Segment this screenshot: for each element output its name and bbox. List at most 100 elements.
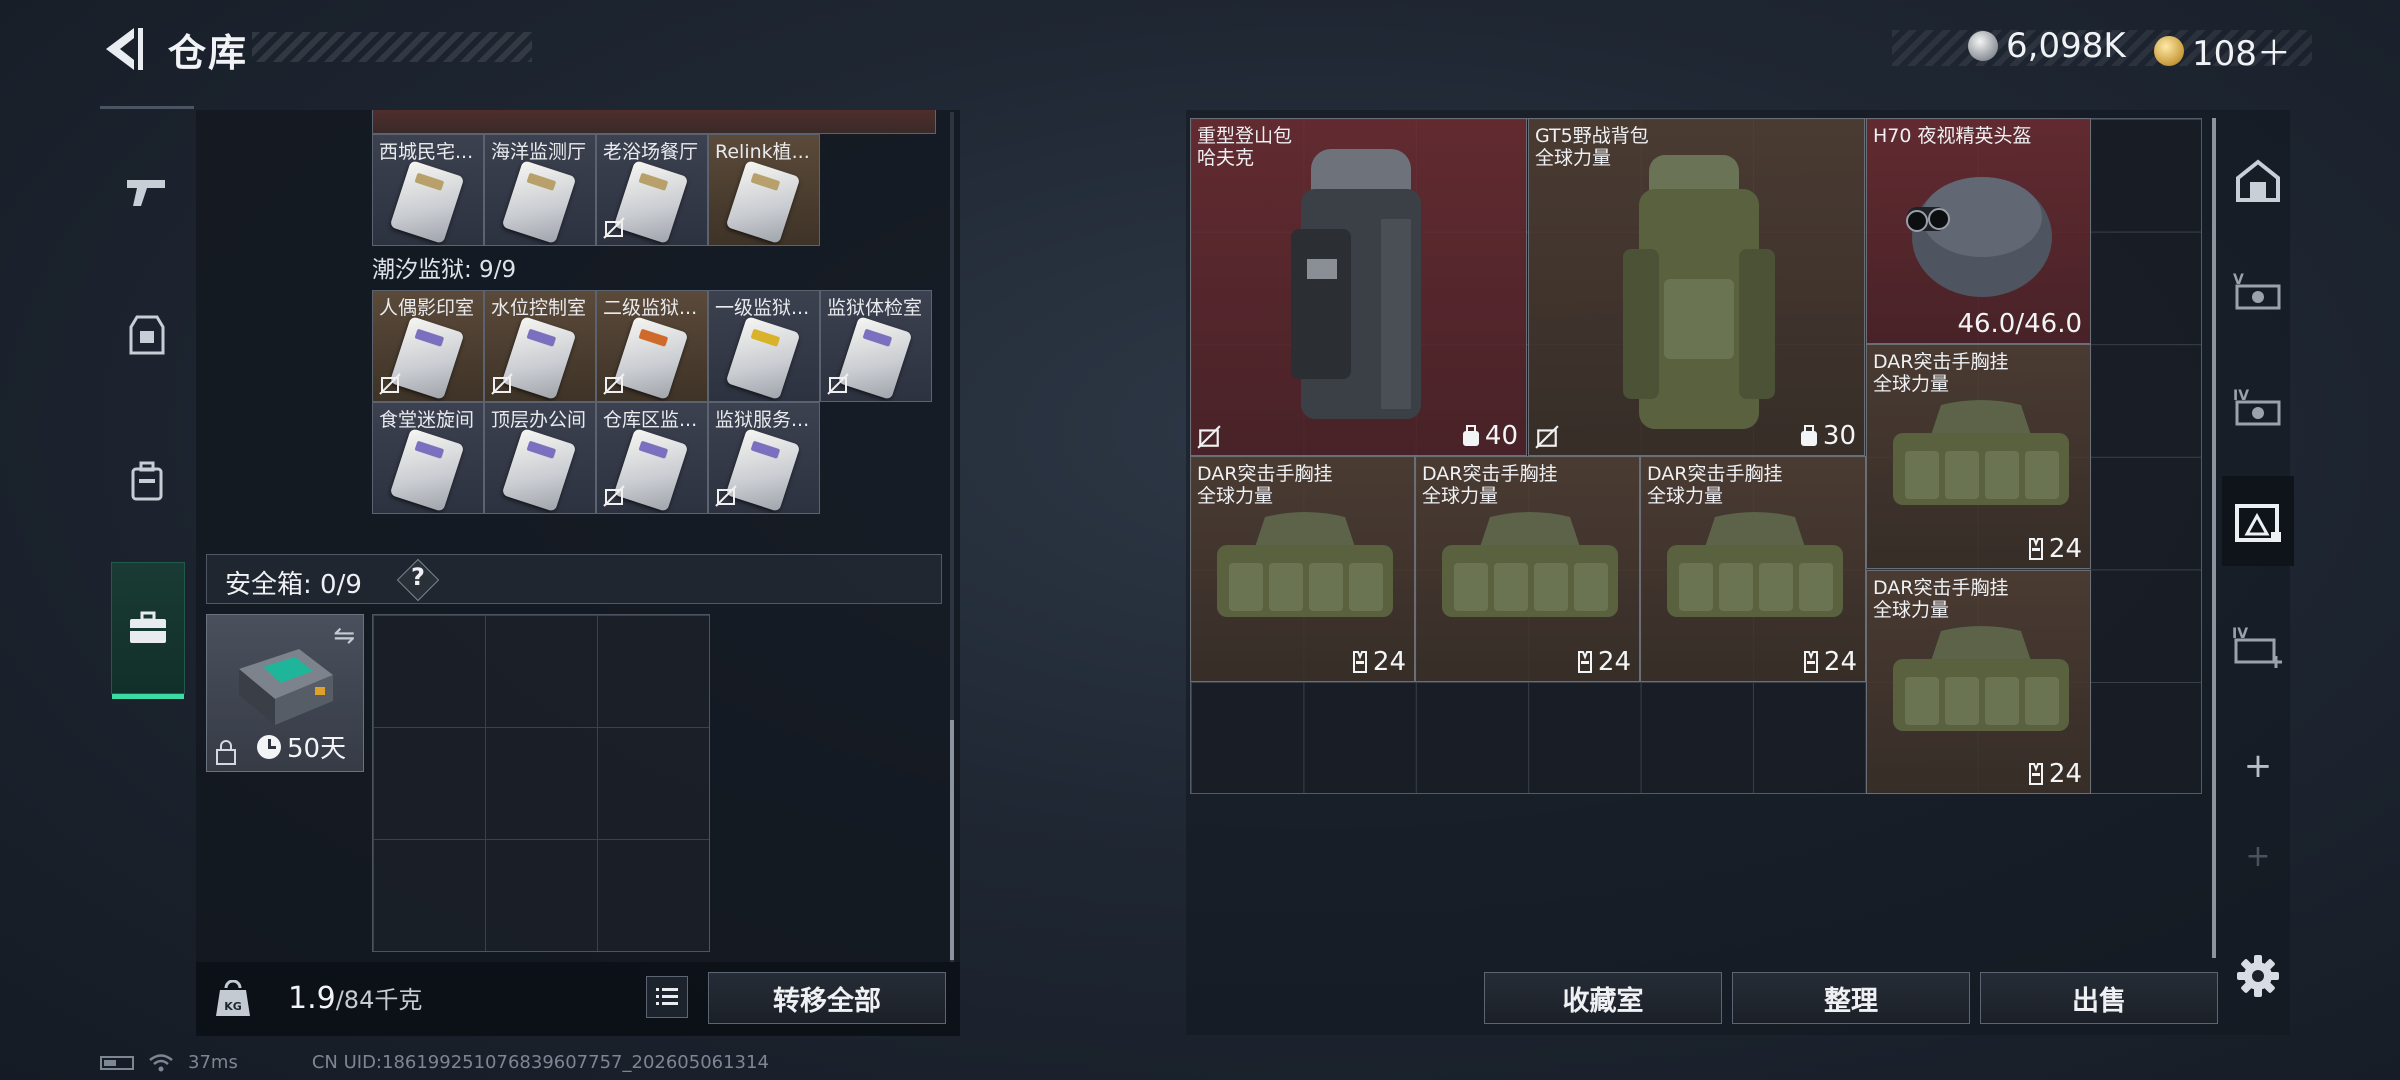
sell-button[interactable]: 出售 [1980,972,2218,1024]
backpack-image [1291,149,1421,419]
stash-iv-add-tab[interactable]: IV [2222,606,2294,686]
stash-scrollbar[interactable] [2212,118,2216,958]
backpack-tab[interactable] [100,436,194,526]
home-icon [2236,159,2280,202]
keycard-item[interactable]: 监狱体检室 [820,290,932,402]
weapon-tab[interactable] [100,146,194,236]
safe-case-tab[interactable] [111,562,185,699]
keycard-item[interactable]: 监狱服务... [708,402,820,514]
vest-icon [1577,651,1592,673]
stash-iv-add-icon: IV [2232,626,2282,668]
keycard-label: 西城民宅... [379,141,474,163]
stash-item[interactable]: DAR突击手胸挂 全球力量 24 [1640,456,1866,682]
item-brand: 全球力量 [1535,147,1612,169]
help-icon[interactable]: ? [411,563,425,591]
stash-item[interactable]: 重型登山包 哈夫克 40 [1190,118,1527,456]
item-brand: 全球力量 [1197,485,1274,507]
stash-item[interactable]: GT5野战背包 全球力量 30 [1528,118,1865,456]
safe-case-days: 50天 [287,734,347,764]
add-stash-tab-button[interactable]: + [2222,726,2294,806]
stash-active-tab[interactable] [2222,476,2294,566]
plus-icon: + [2245,838,2271,874]
keycard-item[interactable]: 水位控制室 [484,290,596,402]
item-brand: 哈夫克 [1197,147,1255,169]
vest-icon [1803,651,1818,673]
wifi-icon [149,1053,173,1071]
keycard-row-clipped [372,110,936,134]
no-bag-icon [827,373,849,395]
helmet-image [1906,177,2052,297]
armor-icon [129,315,165,355]
stash-v-tab[interactable]: V [2222,250,2294,330]
no-bag-icon [603,485,625,507]
keycard-image [389,160,465,244]
transfer-all-button[interactable]: 转移全部 [708,972,946,1024]
vest-image [1893,626,2069,731]
keycard-label: 海洋监测厅 [491,141,587,163]
item-capacity: 24 [1576,647,1631,677]
keycard-item[interactable]: 海洋监测厅 [484,134,596,246]
list-view-button[interactable] [646,976,688,1018]
back-arrow-icon[interactable] [98,24,146,74]
keycard-item[interactable]: 老浴场餐厅 [596,134,708,246]
vest-icon [1352,651,1367,673]
swap-icon[interactable]: ⇋ [333,621,355,651]
keycard-label: 食堂迷旋间 [379,409,475,431]
stash-item[interactable]: H70 夜视精英头盔 46.0/46.0 [1866,118,2091,344]
item-capacity-value: 30 [1822,421,1856,451]
gold-currency[interactable]: 108＋ [2154,26,2291,75]
keycard-image [389,428,465,512]
briefcase-icon [130,611,166,643]
keycard-label: 仓库区监... [603,409,698,431]
item-brand: 全球力量 [1422,485,1499,507]
item-capacity-value: 40 [1484,421,1518,451]
stash-item[interactable]: DAR突击手胸挂 全球力量 24 [1866,344,2091,569]
stash-item[interactable]: DAR突击手胸挂 全球力量 24 [1415,456,1640,682]
safe-case-grid[interactable] [372,614,710,952]
item-name: H70 夜视精英头盔 [1873,125,2032,147]
stash-iv-icon: IV [2233,388,2281,426]
keycard-item[interactable]: 顶层办公间 [484,402,596,514]
battery-icon [100,1055,134,1070]
inventory-scroll-thumb[interactable] [950,720,954,960]
uid-readout: CN UID:18619925107683960775​7_2026050613… [311,1052,769,1073]
no-bag-icon [603,373,625,395]
lock-icon [216,740,236,765]
keycard-item[interactable]: 仓库区监... [596,402,708,514]
item-capacity: 24 [2027,759,2082,789]
keycard-item[interactable]: 西城民宅... [372,134,484,246]
stash-iv-tab[interactable]: IV [2222,366,2294,446]
add-stash-tab-disabled: + [2222,816,2294,896]
keycard-label: 人偶影印室 [379,297,475,319]
keycard-item[interactable]: 二级监狱... [596,290,708,402]
safe-case-item[interactable]: ⇋ 50天 [206,614,364,772]
backpack-icon [1462,425,1479,446]
keycard-item[interactable]: Relink植... [708,134,820,246]
stash-item[interactable]: DAR突击手胸挂 全球力量 24 [1866,570,2091,794]
keycard-item[interactable]: 食堂迷旋间 [372,402,484,514]
page-title: 仓库 [168,31,249,75]
item-brand: 全球力量 [1873,599,1950,621]
item-capacity-value: 24 [1597,647,1631,677]
item-capacity-value: 24 [2048,759,2082,789]
settings-button[interactable] [2222,936,2294,1016]
silver-currency[interactable]: 6,098K [1968,26,2126,66]
ping-readout: 37ms [188,1052,238,1073]
silver-coin-icon [1968,31,1998,61]
item-capacity: 24 [1802,647,1857,677]
item-durability: 46.0/46.0 [1957,309,2082,339]
keycard-grid-top: 西城民宅... 海洋监测厅 老浴场餐厅 Relink植... [372,134,820,246]
gear-tab[interactable] [100,290,194,380]
no-bag-icon [1197,425,1221,449]
organize-button[interactable]: 整理 [1732,972,1970,1024]
no-bag-icon [379,373,401,395]
stash-main-tab[interactable] [2222,140,2294,220]
keycard-item[interactable]: 一级监狱... [708,290,820,402]
item-capacity: 30 [1799,421,1856,451]
list-icon [656,988,678,1005]
weight-current: 1.9 [288,981,336,1016]
collection-room-button[interactable]: 收藏室 [1484,972,1722,1024]
stash-item[interactable]: DAR突击手胸挂 全球力量 24 [1190,456,1415,682]
prison-keycard-grid: 人偶影印室 水位控制室 二级监狱... 一级监狱... 监狱体检室 食堂迷旋间 … [372,290,932,514]
keycard-item[interactable]: 人偶影印室 [372,290,484,402]
